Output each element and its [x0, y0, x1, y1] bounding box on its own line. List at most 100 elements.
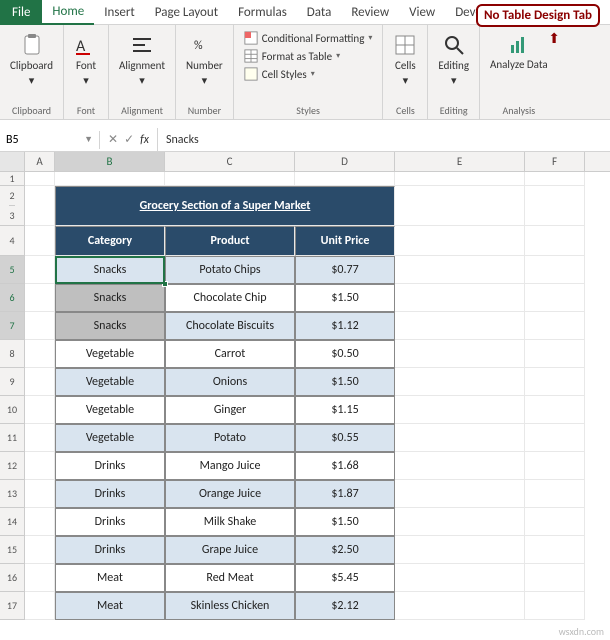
col-header-F[interactable]: F [525, 152, 585, 171]
empty-cell[interactable] [395, 368, 525, 396]
row-header[interactable]: 8 [0, 340, 25, 368]
empty-cell[interactable] [25, 368, 55, 396]
home-tab[interactable]: Home [42, 0, 94, 25]
empty-cell[interactable] [525, 226, 585, 256]
col-header-A[interactable]: A [25, 152, 55, 171]
empty-cell[interactable] [395, 340, 525, 368]
empty-cell[interactable] [25, 592, 55, 620]
formulas-tab[interactable]: Formulas [228, 0, 297, 25]
cell-category[interactable]: Vegetable [55, 340, 165, 368]
row-header[interactable]: 10 [0, 396, 25, 424]
empty-cell[interactable] [525, 592, 585, 620]
page-layout-tab[interactable]: Page Layout [145, 0, 228, 25]
cell-styles-button[interactable]: Cell Styles▾ [240, 65, 377, 83]
empty-cell[interactable] [395, 480, 525, 508]
row-header[interactable]: 9 [0, 368, 25, 396]
cell-price[interactable]: $5.45 [295, 564, 395, 592]
empty-cell[interactable] [395, 508, 525, 536]
cell-category[interactable]: Vegetable [55, 424, 165, 452]
name-box-dropdown-icon[interactable]: ▼ [84, 134, 93, 145]
fx-icon[interactable]: fx [140, 133, 149, 147]
empty-cell[interactable] [525, 480, 585, 508]
file-tab[interactable]: File [0, 0, 42, 25]
cell-category[interactable]: Snacks [55, 256, 165, 284]
empty-cell[interactable] [25, 480, 55, 508]
header-category[interactable]: Category [55, 226, 165, 256]
row-header[interactable]: 11 [0, 424, 25, 452]
col-header-E[interactable]: E [395, 152, 525, 171]
empty-cell[interactable] [525, 536, 585, 564]
cell-price[interactable]: $1.50 [295, 508, 395, 536]
cell-product[interactable]: Carrot [165, 340, 295, 368]
table-title[interactable]: Grocery Section of a Super Market [55, 186, 395, 226]
row-header[interactable]: 23 [0, 186, 25, 226]
formula-input[interactable]: Snacks [158, 131, 610, 149]
empty-cell[interactable] [25, 396, 55, 424]
row-header[interactable]: 5 [0, 256, 25, 284]
empty-cell[interactable] [55, 172, 165, 186]
row-header[interactable]: 13 [0, 480, 25, 508]
header-price[interactable]: Unit Price [295, 226, 395, 256]
empty-cell[interactable] [395, 226, 525, 256]
cell-price[interactable]: $0.55 [295, 424, 395, 452]
empty-cell[interactable] [395, 172, 525, 186]
paste-button[interactable]: Clipboard ▾ [6, 29, 57, 91]
cell-price[interactable]: $2.50 [295, 536, 395, 564]
cell-price[interactable]: $1.50 [295, 368, 395, 396]
review-tab[interactable]: Review [341, 0, 399, 25]
row-header[interactable]: 16 [0, 564, 25, 592]
empty-cell[interactable] [525, 564, 585, 592]
cell-category[interactable]: Vegetable [55, 396, 165, 424]
empty-cell[interactable] [25, 536, 55, 564]
cell-category[interactable]: Meat [55, 592, 165, 620]
cell-price[interactable]: $2.12 [295, 592, 395, 620]
col-header-C[interactable]: C [165, 152, 295, 171]
empty-cell[interactable] [25, 340, 55, 368]
empty-cell[interactable] [295, 172, 395, 186]
empty-cell[interactable] [525, 396, 585, 424]
cell-category[interactable]: Drinks [55, 508, 165, 536]
conditional-formatting-button[interactable]: Conditional Formatting▾ [240, 29, 377, 47]
name-box[interactable]: B5 ▼ [0, 131, 100, 149]
empty-cell[interactable] [25, 172, 55, 186]
cell-product[interactable]: Potato Chips [165, 256, 295, 284]
insert-tab[interactable]: Insert [94, 0, 145, 25]
empty-cell[interactable] [25, 424, 55, 452]
cell-product[interactable]: Ginger [165, 396, 295, 424]
font-button[interactable]: A Font ▾ [70, 29, 102, 91]
alignment-button[interactable]: Alignment ▾ [115, 29, 169, 91]
cell-category[interactable]: Meat [55, 564, 165, 592]
select-all-corner[interactable] [0, 152, 25, 171]
cell-category[interactable]: Snacks [55, 312, 165, 340]
empty-cell[interactable] [25, 186, 55, 226]
col-header-B[interactable]: B [55, 152, 165, 171]
empty-cell[interactable] [25, 508, 55, 536]
cell-price[interactable]: $0.77 [295, 256, 395, 284]
col-header-D[interactable]: D [295, 152, 395, 171]
cell-price[interactable]: $1.68 [295, 452, 395, 480]
number-button[interactable]: % Number ▾ [182, 29, 227, 91]
empty-cell[interactable] [395, 284, 525, 312]
cell-product[interactable]: Orange Juice [165, 480, 295, 508]
empty-cell[interactable] [395, 452, 525, 480]
cell-price[interactable]: $1.87 [295, 480, 395, 508]
cell-price[interactable]: $1.15 [295, 396, 395, 424]
empty-cell[interactable] [525, 186, 585, 226]
row-header[interactable]: 12 [0, 452, 25, 480]
empty-cell[interactable] [25, 256, 55, 284]
empty-cell[interactable] [25, 226, 55, 256]
empty-cell[interactable] [525, 340, 585, 368]
enter-icon[interactable]: ✓ [124, 132, 134, 147]
cell-category[interactable]: Drinks [55, 480, 165, 508]
cells-button[interactable]: Cells ▾ [389, 29, 421, 91]
cell-category[interactable]: Snacks [55, 284, 165, 312]
cell-product[interactable]: Grape Juice [165, 536, 295, 564]
data-tab[interactable]: Data [297, 0, 342, 25]
empty-cell[interactable] [395, 256, 525, 284]
empty-cell[interactable] [525, 312, 585, 340]
cell-category[interactable]: Vegetable [55, 368, 165, 396]
cell-price[interactable]: $1.12 [295, 312, 395, 340]
row-header[interactable]: 17 [0, 592, 25, 620]
empty-cell[interactable] [525, 508, 585, 536]
empty-cell[interactable] [395, 424, 525, 452]
